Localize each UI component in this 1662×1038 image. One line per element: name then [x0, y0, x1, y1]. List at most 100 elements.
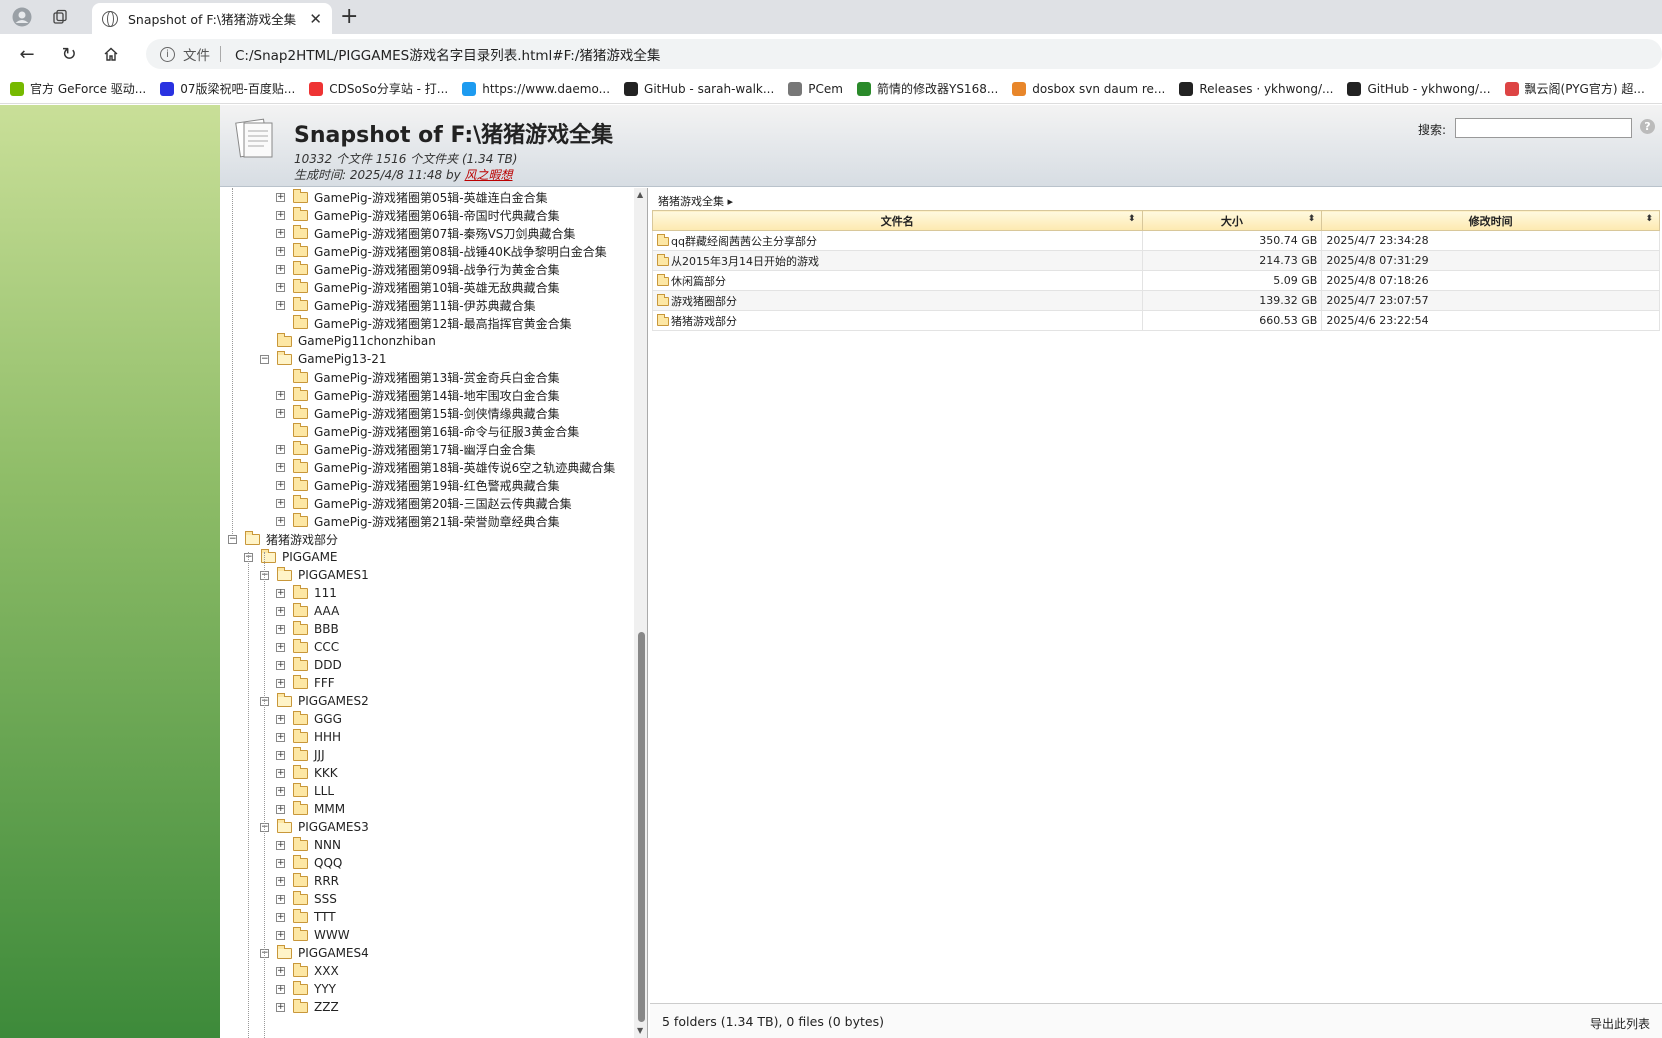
profile-icon[interactable]: [8, 5, 36, 29]
tree-item[interactable]: + GamePig-游戏猪圈第08辑-战锤40K战争黎明白金合集: [276, 242, 607, 260]
tree-item[interactable]: + GamePig-游戏猪圈第15辑-剑侠情缘典藏合集: [276, 404, 560, 422]
bookmark-item[interactable]: PCem: [788, 81, 843, 96]
tree-item[interactable]: + WWW: [276, 926, 350, 944]
expand-toggle-icon[interactable]: +: [276, 642, 285, 652]
new-tab-button[interactable]: +: [340, 4, 358, 29]
url-field[interactable]: i 文件 C:/Snap2HTML/PIGGAMES游戏名字目录列表.html#…: [146, 39, 1662, 69]
expand-toggle-icon[interactable]: +: [276, 228, 285, 238]
tree-item[interactable]: − GamePig13-21: [260, 350, 387, 368]
tree-item[interactable]: GamePig11chonzhiban: [260, 332, 436, 350]
tree-item[interactable]: GamePig-游戏猪圈第13辑-赏金奇兵白金合集: [276, 368, 560, 386]
expand-toggle-icon[interactable]: +: [276, 840, 285, 850]
bookmark-item[interactable]: GitHub - sarah-walk...: [624, 81, 774, 96]
expand-toggle-icon[interactable]: +: [276, 210, 285, 220]
expand-toggle-icon[interactable]: +: [276, 516, 285, 526]
expand-toggle-icon[interactable]: +: [276, 660, 285, 670]
tree-item[interactable]: + QQQ: [276, 854, 342, 872]
tree-item[interactable]: + KKK: [276, 764, 338, 782]
close-icon[interactable]: ✕: [309, 10, 322, 28]
expand-toggle-icon[interactable]: +: [276, 462, 285, 472]
expand-toggle-icon[interactable]: +: [276, 606, 285, 616]
expand-toggle-icon[interactable]: +: [276, 444, 285, 454]
cell-name[interactable]: 休闲篇部分: [652, 270, 1143, 291]
tree-item[interactable]: − PIGGAMES2: [260, 692, 369, 710]
file-name[interactable]: 游戏猪圈部分: [671, 295, 737, 308]
tree-item[interactable]: + LLL: [276, 782, 334, 800]
column-header-modified[interactable]: 修改时间 ⬍: [1321, 210, 1660, 231]
expand-toggle-icon[interactable]: +: [276, 300, 285, 310]
expand-toggle-icon[interactable]: +: [276, 192, 285, 202]
expand-toggle-icon[interactable]: +: [276, 390, 285, 400]
file-name[interactable]: 休闲篇部分: [671, 275, 726, 288]
tree-item[interactable]: + GamePig-游戏猪圈第19辑-红色警戒典藏合集: [276, 476, 560, 494]
bookmark-item[interactable]: 官方 GeForce 驱动...: [10, 80, 146, 97]
author-link[interactable]: 风之暇想: [465, 168, 513, 182]
expand-toggle-icon[interactable]: +: [276, 894, 285, 904]
expand-toggle-icon[interactable]: +: [276, 876, 285, 886]
tree-item[interactable]: + GamePig-游戏猪圈第20辑-三国赵云传典藏合集: [276, 494, 572, 512]
expand-toggle-icon[interactable]: +: [276, 588, 285, 598]
table-row[interactable]: 游戏猪圈部分 139.32 GB 2025/4/7 23:07:57: [652, 290, 1660, 311]
cell-name[interactable]: 猪猪游戏部分: [652, 310, 1143, 331]
tree-item[interactable]: +111: [276, 584, 337, 602]
collapse-toggle-icon[interactable]: −: [228, 534, 237, 544]
tree-item[interactable]: + NNN: [276, 836, 341, 854]
tree-scroll-thumb[interactable]: [638, 632, 645, 1022]
tree-item[interactable]: + YYY: [276, 980, 336, 998]
tree-item[interactable]: − PIGGAMES4: [260, 944, 369, 962]
tree-item[interactable]: + GamePig-游戏猪圈第06辑-帝国时代典藏合集: [276, 206, 560, 224]
tree-item[interactable]: + JJJ: [276, 746, 325, 764]
bookmark-item[interactable]: https://www.daemo...: [462, 81, 610, 96]
cell-name[interactable]: 游戏猪圈部分: [652, 290, 1143, 311]
bookmark-item[interactable]: Releases · ykhwong/...: [1179, 81, 1333, 96]
tree-item[interactable]: + RRR: [276, 872, 339, 890]
file-name[interactable]: qq群藏经阁茜茜公主分享部分: [671, 235, 817, 248]
info-icon[interactable]: i: [160, 46, 175, 62]
expand-toggle-icon[interactable]: +: [276, 804, 285, 814]
bookmark-item[interactable]: dosbox svn daum re...: [1012, 81, 1165, 96]
cell-name[interactable]: qq群藏经阁茜茜公主分享部分: [652, 230, 1143, 251]
expand-toggle-icon[interactable]: +: [276, 498, 285, 508]
expand-toggle-icon[interactable]: +: [276, 750, 285, 760]
tree-item[interactable]: + GamePig-游戏猪圈第10辑-英雄无敌典藏合集: [276, 278, 560, 296]
column-header-size[interactable]: 大小 ⬍: [1141, 210, 1323, 231]
breadcrumb[interactable]: 猪猪游戏全集 ▸: [658, 193, 733, 209]
tree-item[interactable]: + GamePig-游戏猪圈第14辑-地牢围攻白金合集: [276, 386, 560, 404]
tree-item[interactable]: − PIGGAME: [244, 548, 338, 566]
tree-item[interactable]: + MMM: [276, 800, 345, 818]
expand-toggle-icon[interactable]: +: [276, 912, 285, 922]
tree-item[interactable]: GamePig-游戏猪圈第12辑-最高指挥官黄金合集: [276, 314, 572, 332]
tree-item[interactable]: + GamePig-游戏猪圈第11辑-伊苏典藏合集: [276, 296, 536, 314]
tree-item[interactable]: + CCC: [276, 638, 339, 656]
tree-item[interactable]: + HHH: [276, 728, 341, 746]
tree-item[interactable]: + FFF: [276, 674, 335, 692]
expand-toggle-icon[interactable]: +: [276, 732, 285, 742]
tree-item[interactable]: GamePig-游戏猪圈第16辑-命令与征服3黄金合集: [276, 422, 579, 440]
tree-item[interactable]: + AAA: [276, 602, 339, 620]
cell-name[interactable]: 从2015年3月14日开始的游戏: [652, 250, 1143, 271]
search-input[interactable]: [1455, 118, 1632, 138]
scroll-up-icon[interactable]: ▲: [637, 190, 643, 199]
collapse-toggle-icon[interactable]: −: [260, 354, 269, 364]
table-row[interactable]: 休闲篇部分 5.09 GB 2025/4/8 07:18:26: [652, 270, 1660, 291]
bookmark-item[interactable]: 07版梁祝吧-百度贴...: [160, 80, 295, 97]
back-arrow-icon[interactable]: ←: [14, 42, 40, 66]
tree-scrollbar[interactable]: ▲ ▼: [634, 188, 647, 1038]
help-icon[interactable]: ?: [1640, 119, 1655, 134]
table-row[interactable]: qq群藏经阁茜茜公主分享部分 350.74 GB 2025/4/7 23:34:28: [652, 230, 1660, 251]
expand-toggle-icon[interactable]: +: [276, 966, 285, 976]
tree-item[interactable]: − 猪猪游戏部分: [228, 530, 338, 548]
expand-toggle-icon[interactable]: +: [276, 282, 285, 292]
collections-icon[interactable]: [46, 5, 74, 29]
expand-toggle-icon[interactable]: +: [276, 786, 285, 796]
expand-toggle-icon[interactable]: +: [276, 858, 285, 868]
tree-item[interactable]: + GamePig-游戏猪圈第21辑-荣誉勋章经典合集: [276, 512, 560, 530]
tree-item[interactable]: + BBB: [276, 620, 339, 638]
tree-item[interactable]: + GamePig-游戏猪圈第07辑-秦殇VS刀剑典藏合集: [276, 224, 575, 242]
bookmark-item[interactable]: CDSoSo分享站 - 打...: [309, 80, 448, 97]
tree-item[interactable]: + ZZZ: [276, 998, 339, 1016]
tree-item[interactable]: + GamePig-游戏猪圈第05辑-英雄连白金合集: [276, 188, 548, 206]
expand-toggle-icon[interactable]: +: [276, 678, 285, 688]
table-row[interactable]: 猪猪游戏部分 660.53 GB 2025/4/6 23:22:54: [652, 310, 1660, 331]
expand-toggle-icon[interactable]: +: [276, 984, 285, 994]
